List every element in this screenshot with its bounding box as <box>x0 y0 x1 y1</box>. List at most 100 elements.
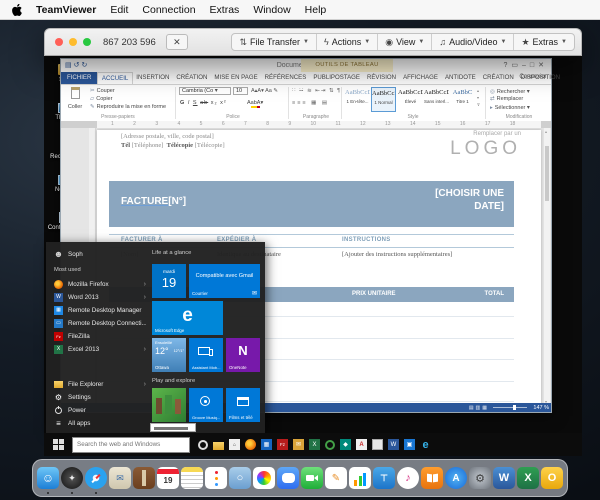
internet-explorer-icon[interactable]: e <box>420 439 431 450</box>
replace-button[interactable]: ⇄Remplacer <box>490 96 523 102</box>
menu-extras[interactable]: Extras <box>210 4 240 16</box>
tab-fichier[interactable]: FICHIER <box>61 72 97 84</box>
microsoft-excel-icon[interactable]: X <box>517 467 539 489</box>
facetime-icon[interactable] <box>301 467 323 489</box>
preview-icon[interactable]: ○ <box>229 467 251 489</box>
cut-button[interactable]: ✂Couper <box>90 88 115 94</box>
highlight-icon[interactable]: ab <box>251 100 257 108</box>
start-item-file-explorer[interactable]: File Explorer› <box>54 378 146 390</box>
tile-weather[interactable]: Ensoleillé 12° 12°/1° Ottawa <box>152 338 186 372</box>
notepad-icon[interactable] <box>372 439 383 450</box>
start-item-settings[interactable]: ⚙Settings <box>54 391 146 403</box>
taskbar-search-input[interactable] <box>72 437 190 453</box>
view-mode-icons[interactable]: ▤▥▦ <box>469 405 489 411</box>
microsoft-outlook-icon[interactable]: O <box>541 467 563 489</box>
remote-desktop-manager-icon[interactable]: ▦ <box>261 439 272 450</box>
logo-placeholder[interactable]: LOGO <box>450 138 521 160</box>
file-transfer-button[interactable]: ⇅File Transfer▼ <box>232 34 316 50</box>
session-id-tab[interactable]: 867 203 596 <box>103 37 156 48</box>
app-a-icon[interactable]: A <box>356 439 367 450</box>
start-item-excel-2013[interactable]: XExcel 2013› <box>54 343 146 355</box>
text-effects-icon[interactable]: AabA▾ <box>247 100 263 106</box>
tab-revision[interactable]: RÉVISION <box>363 72 399 84</box>
start-button[interactable] <box>53 439 64 450</box>
launchpad-icon[interactable]: ✦ <box>61 467 83 489</box>
notes-icon[interactable] <box>181 467 203 489</box>
zoom-level[interactable]: 147 % <box>533 405 549 411</box>
style-no-spacing-cell[interactable]: AaBbCcDdSans interl... <box>424 87 449 112</box>
tab-affichage[interactable]: AFFICHAGE <box>400 72 442 84</box>
tile-mail[interactable]: Compatible avec Gmail Courrier ✉ <box>189 264 260 298</box>
menu-window[interactable]: Window <box>253 4 290 16</box>
choose-date-placeholder[interactable]: [CHOISIR UNE DATE] <box>416 188 504 213</box>
start-item-all-apps[interactable]: ≡All apps <box>54 417 146 429</box>
tab-table-creation[interactable]: CRÉATION <box>479 72 517 84</box>
style-heading-cell[interactable]: AaBbCcDd1 En-tête... <box>345 87 370 112</box>
tile-edge[interactable]: e Microsoft Edge <box>152 301 223 335</box>
tab-antidote[interactable]: ANTIDOTE <box>441 72 479 84</box>
tab-publipostage[interactable]: PUBLIPOSTAGE <box>310 72 364 84</box>
word-window-controls[interactable]: ?▭–□✕ <box>503 61 548 69</box>
tab-accueil[interactable]: ACCUEIL <box>97 72 132 84</box>
style-titre1-cell[interactable]: AaBbCTitre 1 <box>450 87 475 112</box>
restore-icon[interactable]: □ <box>530 62 538 69</box>
start-item-filezilla[interactable]: FzFileZilla <box>54 330 146 342</box>
tile-phone-companion[interactable]: Assistant Mob... <box>189 338 223 372</box>
horizontal-ruler[interactable]: 1 2 3 4 5 6 7 8 9 10 11 12 13 14 15 16 1… <box>61 121 551 128</box>
tile-groove-music[interactable]: Groove Musiq... <box>189 388 223 422</box>
font-grow-shrink-icons[interactable]: A▴A▾ Aa ✎ <box>251 88 278 94</box>
copy-button[interactable]: ▱Copier <box>90 96 112 102</box>
excel-icon[interactable]: X <box>309 439 320 450</box>
safari-icon[interactable] <box>85 467 107 489</box>
find-button[interactable]: ◎Rechercher ▾ <box>490 88 530 95</box>
start-user-button[interactable]: ☻ Soph <box>54 248 146 260</box>
font-color-icon[interactable]: A <box>257 100 261 108</box>
tab-references[interactable]: RÉFÉRENCES <box>261 72 310 84</box>
address-placeholder[interactable]: [Adresse postale, ville, code postal] <box>121 133 214 140</box>
paste-button[interactable]: Coller <box>64 86 86 112</box>
close-session-icon[interactable]: ✕ <box>166 34 188 50</box>
ibooks-icon[interactable] <box>421 467 443 489</box>
zoom-window-button[interactable] <box>83 38 91 46</box>
tile-onenote[interactable]: N OneNote <box>226 338 260 372</box>
word-vertical-scrollbar[interactable]: ▴ ▾ <box>544 128 550 405</box>
teal-app-icon[interactable]: ◆ <box>340 439 351 450</box>
tab-insertion[interactable]: INSERTION <box>133 72 173 84</box>
cortana-icon[interactable] <box>198 440 208 450</box>
audio-video-button[interactable]: ♫Audio/Video▼ <box>431 34 513 50</box>
file-explorer-icon[interactable] <box>213 442 224 450</box>
zoom-slider-thumb[interactable] <box>513 405 516 410</box>
paragraph-list-icons[interactable]: ∷ ∺ ≋ ⇤⇥ ⇅ ¶ <box>292 88 341 94</box>
menu-help[interactable]: Help <box>305 4 327 16</box>
font-style-buttons[interactable]: G I S ab x₂ x² <box>180 100 227 106</box>
apple-menu-icon[interactable] <box>12 4 22 16</box>
start-item-remote-desktop-manager[interactable]: ▦Remote Desktop Manager› <box>54 304 146 316</box>
instructions-placeholder[interactable]: [Ajouter des instructions supplémentaire… <box>342 251 452 258</box>
finder-icon[interactable]: ☺ <box>37 467 59 489</box>
tab-mise-en-page[interactable]: MISE EN PAGE <box>211 72 261 84</box>
keynote-icon[interactable]: ⊤ <box>373 467 395 489</box>
scrollbar-thumb[interactable] <box>545 146 549 201</box>
minimize-window-button[interactable] <box>69 38 77 46</box>
close-icon[interactable]: ✕ <box>538 62 548 69</box>
tile-calendar[interactable]: mardi 19 <box>152 264 186 298</box>
tel-placeholder[interactable]: [Téléphone] <box>132 142 164 149</box>
invoice-number-placeholder[interactable]: [N°] <box>168 196 186 207</box>
style-gallery-scroll[interactable]: ▴▾⊽ <box>477 87 480 108</box>
mail-app-icon[interactable]: ✉ <box>293 439 304 450</box>
menu-edit[interactable]: Edit <box>110 4 128 16</box>
style-normal-cell[interactable]: AaBbCcDd1 Normal <box>371 87 396 112</box>
start-item-remote-desktop-connection[interactable]: ▭Remote Desktop Connecti...› <box>54 317 146 329</box>
tile-xbox[interactable] <box>152 388 186 422</box>
numbers-icon[interactable] <box>349 467 371 489</box>
style-eleve-cell[interactable]: AaBbCcDdÉlevé <box>398 87 423 112</box>
menu-connection[interactable]: Connection <box>142 4 195 16</box>
fax-placeholder[interactable]: [Télécopie] <box>195 142 225 149</box>
app-store-icon[interactable]: A <box>445 467 467 489</box>
word-titlebar[interactable]: ▤↺↻ Document1 - Word OUTILS DE TABLEAU ?… <box>61 59 551 72</box>
messages-icon[interactable] <box>277 467 299 489</box>
itunes-icon[interactable]: ♪ <box>397 467 419 489</box>
menu-teamviewer[interactable]: TeamViewer <box>36 4 96 16</box>
filezilla-icon[interactable]: Fz <box>277 439 288 450</box>
app-blue-icon[interactable]: ▣ <box>404 439 415 450</box>
